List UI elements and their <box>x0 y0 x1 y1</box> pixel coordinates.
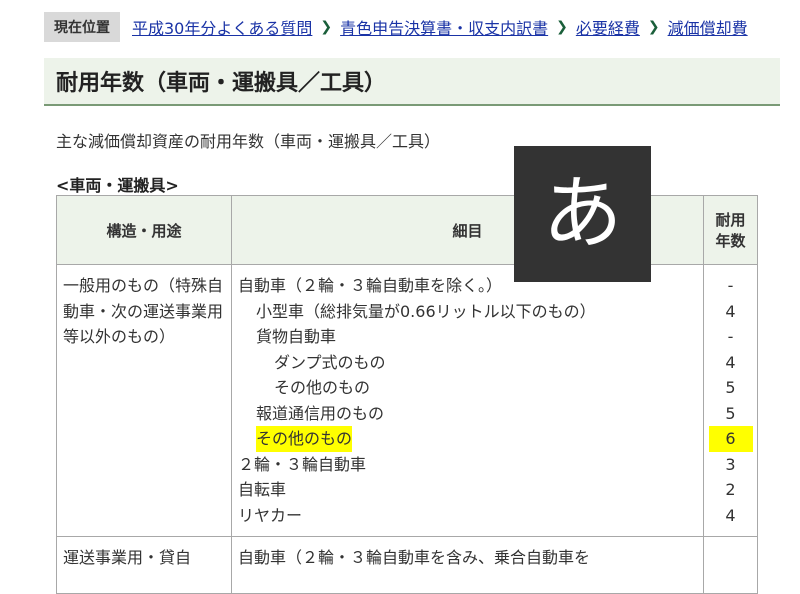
detail-item: 小型車（総排気量が0.66リットル以下のもの） <box>256 301 596 321</box>
years-value: 4 <box>725 505 736 525</box>
section-heading: <車両・運搬具> <box>56 176 179 195</box>
years-value: - <box>727 276 734 295</box>
years-value: 4 <box>725 352 736 372</box>
detail-item: 貨物自動車 <box>256 327 337 346</box>
years-value: 3 <box>725 454 736 474</box>
header-years-line2: 年数 <box>715 232 746 250</box>
intro-text: 主な減価償却資産の耐用年数（車両・運搬具／工具） <box>56 132 441 151</box>
breadcrumb-link-expenses[interactable]: 必要経費 <box>576 15 640 39</box>
chevron-right-icon: ❯ <box>320 19 333 35</box>
current-location-label: 現在位置 <box>44 12 120 42</box>
category-cell: 運送事業用・貸自 <box>56 536 232 594</box>
category-cell: 一般用のもの（特殊自動車・次の運送事業用等以外のもの） <box>56 264 232 537</box>
page-title: 耐用年数（車両・運搬具／工具） <box>44 58 780 106</box>
chevron-right-icon: ❯ <box>647 19 660 35</box>
detail-cell: 自動車（２輪・３輪自動車を含み、乗合自動車を <box>231 536 704 594</box>
breadcrumb: 現在位置 平成30年分よくある質問 ❯ 青色申告決算書・収支内訳書 ❯ 必要経費… <box>44 12 748 42</box>
detail-item: その他のもの <box>274 378 371 397</box>
detail-item-highlighted: その他のもの <box>256 426 353 452</box>
chevron-right-icon: ❯ <box>556 19 568 35</box>
header-years-line1: 耐用 <box>715 211 746 229</box>
years-value-highlighted: 6 <box>708 426 753 452</box>
header-structure: 構造・用途 <box>56 195 232 265</box>
detail-item: ダンプ式のもの <box>274 352 386 372</box>
years-value: 4 <box>725 301 736 321</box>
years-value: 2 <box>725 480 736 499</box>
table-row: 運送事業用・貸自 自動車（２輪・３輪自動車を含み、乗合自動車を <box>56 536 758 594</box>
detail-item: ２輪・３輪自動車 <box>238 454 367 474</box>
breadcrumb-link-depreciation[interactable]: 減価償却費 <box>668 15 748 39</box>
breadcrumb-link-blue-return[interactable]: 青色申告決算書・収支内訳書 <box>340 15 548 39</box>
years-cell <box>703 536 758 594</box>
years-value: 5 <box>725 378 736 397</box>
detail-cell: 自動車（２輪・３輪自動車を除く。） 小型車（総排気量が0.66リットル以下のもの… <box>231 264 704 537</box>
table-row: 一般用のもの（特殊自動車・次の運送事業用等以外のもの） 自動車（２輪・３輪自動車… <box>56 264 758 537</box>
detail-item: リヤカー <box>238 505 303 525</box>
years-value-highlighted-wrap: 6 <box>704 426 757 452</box>
years-value: - <box>727 327 734 346</box>
years-value: 5 <box>725 403 736 423</box>
detail-item: 報道通信用のもの <box>256 403 385 423</box>
useful-life-table: 構造・用途 細目 耐用 年数 一般用のもの（特殊自動車・次の運送事業用等以外のも… <box>56 195 758 594</box>
detail-item: 自転車 <box>238 480 287 499</box>
breadcrumb-link-faq[interactable]: 平成30年分よくある質問 <box>132 15 312 39</box>
years-cell: - 4 - 4 5 5 6 3 2 4 <box>703 264 758 537</box>
ime-mode-indicator: あ <box>514 146 651 282</box>
table-header-row: 構造・用途 細目 耐用 年数 <box>56 195 758 265</box>
header-years: 耐用 年数 <box>703 195 758 265</box>
detail-item-highlighted-wrap: その他のもの <box>238 426 697 452</box>
